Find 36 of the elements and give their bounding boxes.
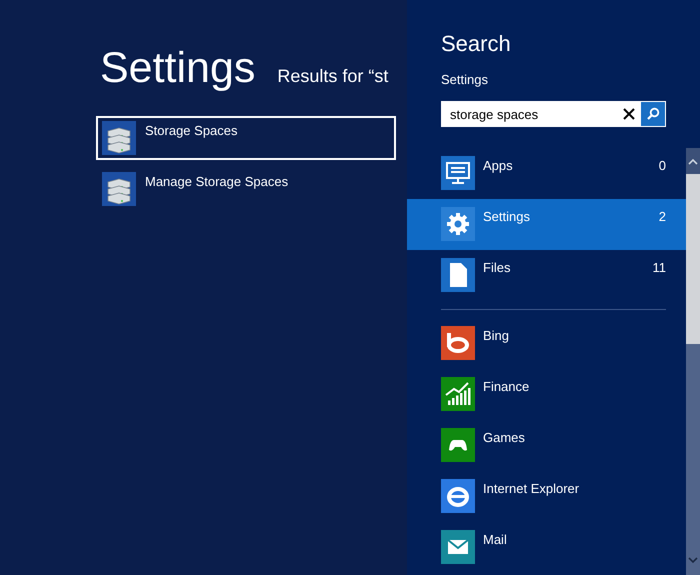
results-heading: Results for “st [277,66,388,87]
result-item[interactable]: Manage Storage Spaces [96,167,396,211]
category-item[interactable]: Settings 2 [407,199,686,250]
clear-icon[interactable] [623,108,635,120]
monitor-icon [441,156,475,190]
app-label: Finance [483,379,530,394]
search-icon [646,107,660,121]
app-label: Bing [483,328,510,343]
result-count: 11 [652,260,666,275]
storage-icon [102,172,136,206]
category-item[interactable]: Apps 0 [407,148,686,199]
app-label: Internet Explorer [483,481,580,496]
category-label: Apps [483,158,514,173]
app-item[interactable]: Bing [407,318,686,369]
app-label: Mail [483,532,508,547]
search-box[interactable]: storage spaces [441,101,666,127]
app-label: Games [483,430,526,445]
gear-icon [441,207,475,241]
result-count: 0 [658,158,666,173]
search-scope: Settings [441,72,489,88]
category-item[interactable]: Files 11 [407,250,686,301]
result-item[interactable]: Storage Spaces [96,116,396,160]
app-item[interactable]: Mail [407,522,686,573]
storage-icon [102,121,136,155]
scroll-bar[interactable] [686,148,700,575]
category-label: Files [483,260,512,275]
result-count: 2 [658,209,666,224]
search-input[interactable]: storage spaces [442,103,623,125]
page-title: Settings [100,43,256,94]
app-item[interactable]: Games [407,420,686,471]
document-icon [441,258,475,292]
category-label: Settings [483,209,531,224]
search-title: Search [441,30,512,58]
app-item[interactable]: Internet Explorer [407,471,686,522]
app-item[interactable]: Finance [407,369,686,420]
search-button[interactable] [641,102,665,126]
